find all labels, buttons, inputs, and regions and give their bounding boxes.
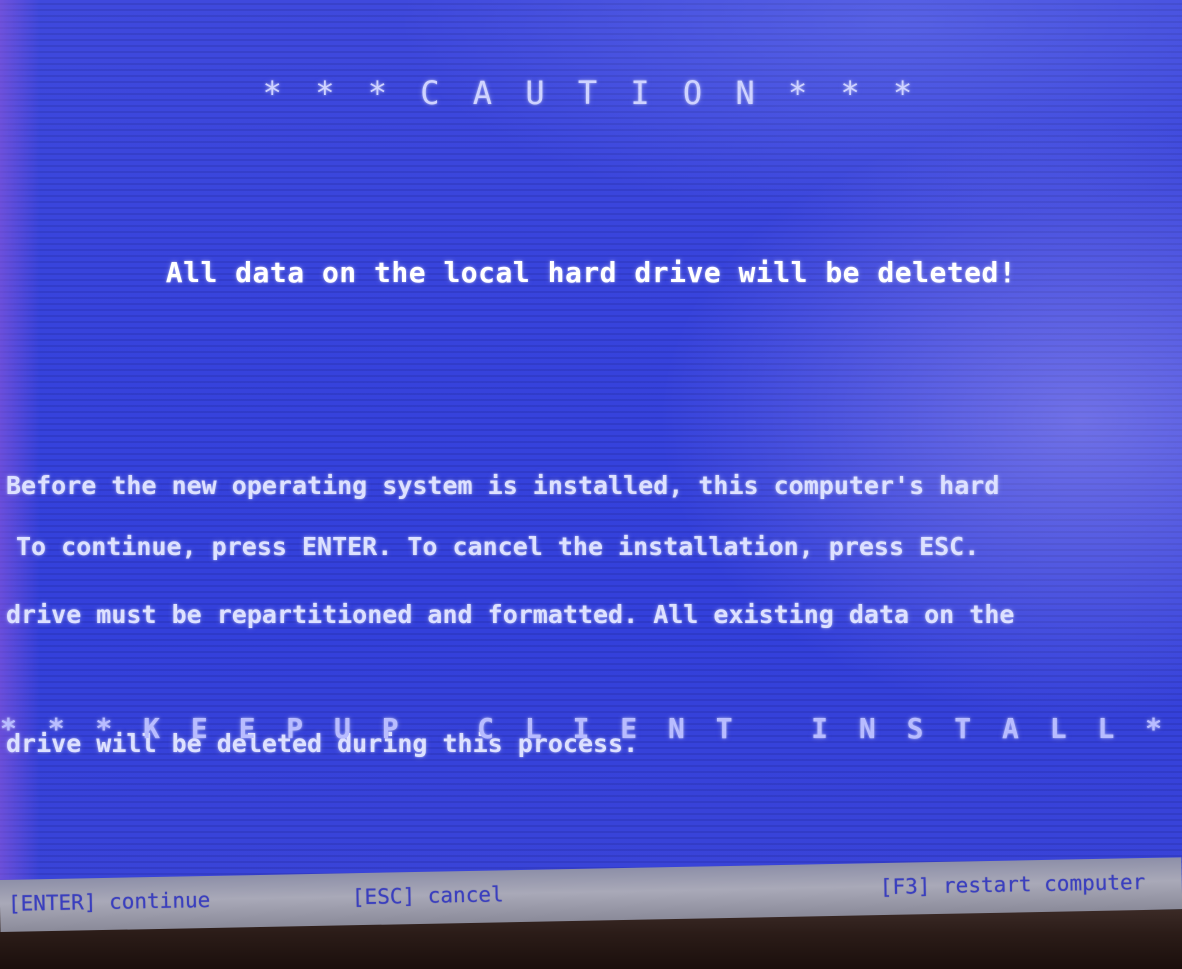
cancel-label: cancel (427, 882, 504, 908)
continue-key-hint[interactable]: [ENTER] continue (8, 888, 211, 916)
warning-message: All data on the local hard drive will be… (165, 256, 1017, 289)
esc-key-label: [ESC] (351, 884, 416, 910)
photo-of-monitor: * * * C A U T I O N * * * All data on th… (0, 0, 1182, 969)
installer-product-title: * * * K E E P U P C L I E N T I N S T A … (0, 712, 1182, 745)
continue-label: continue (108, 887, 211, 914)
installer-screen: * * * C A U T I O N * * * All data on th… (0, 0, 1182, 905)
f3-key-label: [F3] (879, 874, 931, 900)
instruction-text: To continue, press ENTER. To cancel the … (16, 532, 980, 561)
restart-key-hint[interactable]: [F3] restart computer (880, 870, 1146, 899)
info-paragraph: Before the new operating system is insta… (6, 378, 1014, 851)
paragraph-line: Before the new operating system is insta… (6, 471, 1000, 500)
paragraph-line: drive must be repartitioned and formatte… (6, 600, 1015, 629)
cancel-key-hint[interactable]: [ESC] cancel (352, 882, 504, 909)
caution-title: * * * C A U T I O N * * * (262, 74, 920, 112)
enter-key-label: [ENTER] (7, 890, 97, 916)
restart-label: restart computer (942, 870, 1146, 898)
